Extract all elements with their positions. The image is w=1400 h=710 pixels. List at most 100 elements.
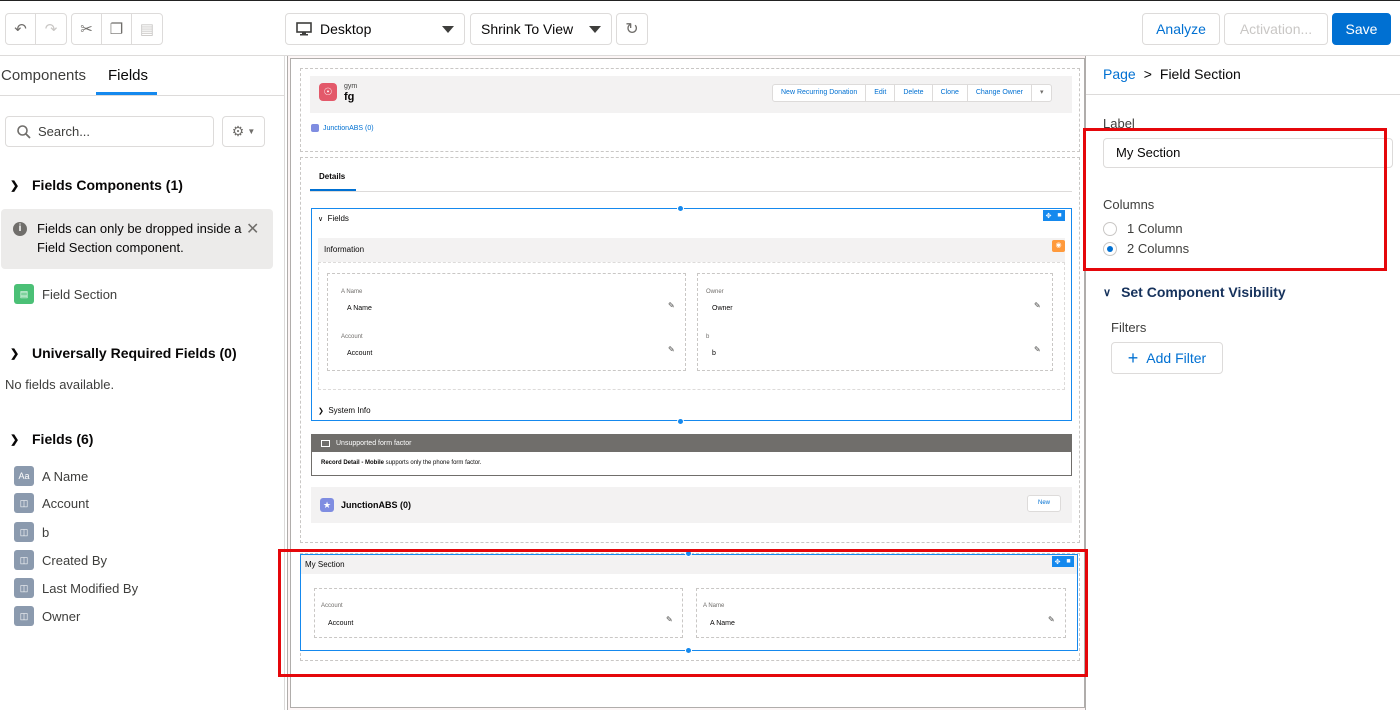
unsupported-header: Unsupported form factor — [312, 435, 1071, 452]
list-item[interactable]: ◫ Created By — [14, 550, 107, 570]
divider — [1086, 94, 1400, 95]
delete-button[interactable]: Delete — [895, 85, 933, 101]
chevron-down-icon[interactable]: ▾ — [1032, 85, 1052, 101]
chevron-down-icon — [442, 26, 454, 33]
universally-required-header[interactable]: ❯ Universally Required Fields (0) — [10, 345, 237, 361]
star-icon: ★ — [320, 498, 334, 512]
field-label: b — [42, 524, 50, 540]
breadcrumb-page[interactable]: Page — [1103, 66, 1136, 82]
info-icon: i — [13, 222, 27, 236]
field-label: Owner — [706, 289, 724, 295]
resize-handle[interactable] — [677, 418, 684, 425]
field-label: A Name — [42, 468, 89, 484]
fields-header[interactable]: ❯ Fields (6) — [10, 431, 93, 447]
cut-icon[interactable]: ✂ — [72, 14, 102, 44]
chevron-down-icon: ∨ — [318, 216, 324, 223]
highlight-box-my-section — [278, 549, 1088, 677]
field-label: Last Modified By — [42, 580, 139, 596]
information-header[interactable]: Information ◉ — [318, 238, 1065, 262]
search-placeholder: Search... — [38, 124, 91, 139]
fields-title: Fields (6) — [32, 431, 94, 447]
move-icon[interactable]: ✥ — [1043, 212, 1054, 220]
system-info-header[interactable]: ❯ System Info — [318, 406, 371, 415]
device-select-value: Desktop — [320, 21, 372, 37]
activation-button[interactable]: Activation... — [1224, 13, 1328, 45]
list-item[interactable]: ◫ Last Modified By — [14, 578, 138, 598]
change-owner-button[interactable]: Change Owner — [968, 85, 1032, 101]
list-item[interactable]: ◫ Account — [14, 493, 89, 513]
new-button[interactable]: New — [1027, 495, 1061, 512]
lookup-field-icon: ◫ — [14, 550, 34, 570]
unsupported-title: Unsupported form factor — [336, 440, 412, 447]
unsupported-form-factor: Unsupported form factor Record Detail - … — [311, 434, 1072, 476]
tab-fields[interactable]: Fields — [108, 67, 148, 84]
unsupported-component-name: Record Detail - Mobile — [321, 460, 385, 466]
chevron-down-icon — [589, 26, 601, 33]
edit-button[interactable]: Edit — [866, 85, 896, 101]
clipboard-group: ✂ ❐ ▤ — [71, 13, 163, 45]
column-right: Owner Owner ✎ b b ✎ — [697, 273, 1053, 371]
fields-section-header[interactable]: ∨ Fields — [318, 214, 349, 223]
analyze-button[interactable]: Analyze — [1142, 13, 1220, 45]
breadcrumb: Page > Field Section — [1103, 66, 1241, 82]
chevron-down-icon: ▼ — [247, 127, 256, 136]
add-filter-button[interactable]: + Add Filter — [1111, 342, 1223, 374]
pencil-icon[interactable]: ✎ — [1034, 301, 1041, 310]
field-label: Account — [42, 495, 89, 511]
record-detail-component[interactable]: Details ∨ Fields ✥ ■ Information ◉ A Name… — [300, 157, 1080, 543]
close-icon[interactable]: ✕ — [246, 219, 259, 239]
junction-icon — [311, 124, 319, 132]
save-button[interactable]: Save — [1332, 13, 1391, 45]
tab-components[interactable]: Components — [1, 67, 86, 84]
highlight-box-properties — [1083, 128, 1387, 271]
highlight-link[interactable]: JunctionABS (0) — [311, 124, 374, 132]
clone-button[interactable]: Clone — [933, 85, 968, 101]
globe-icon: ☉ — [319, 83, 337, 101]
redo-icon[interactable]: ↷ — [36, 14, 66, 44]
copy-icon[interactable]: ❐ — [102, 14, 132, 44]
field-section-component[interactable]: ▤ Field Section — [14, 284, 117, 304]
list-item[interactable]: ◫ Owner — [14, 606, 80, 626]
paste-icon[interactable]: ▤ — [132, 14, 162, 44]
related-list-title: JunctionABS (0) — [341, 500, 412, 510]
view-select[interactable]: Shrink To View — [470, 13, 612, 45]
search-input[interactable]: Search... — [5, 116, 214, 147]
chevron-down-icon: ∨ — [1103, 286, 1112, 299]
view-select-value: Shrink To View — [481, 21, 574, 37]
search-icon — [17, 125, 31, 139]
refresh-button[interactable]: ↻ — [616, 13, 648, 45]
desktop-icon — [321, 440, 330, 447]
unsupported-text: supports only the phone form factor. — [384, 460, 482, 466]
lookup-field-icon: ◫ — [14, 522, 34, 542]
system-info-title: System Info — [328, 406, 371, 415]
fields-components-header[interactable]: ❯ Fields Components (1) — [10, 177, 183, 193]
delete-icon[interactable]: ■ — [1054, 212, 1065, 219]
divider — [310, 191, 1072, 192]
chevron-down-icon: ❯ — [10, 179, 20, 192]
plus-icon: + — [1127, 348, 1139, 368]
resize-handle[interactable] — [677, 205, 684, 212]
record-type: gym — [344, 83, 358, 90]
record-header-component[interactable]: ☉ gym fg New Recurring Donation Edit Del… — [300, 68, 1080, 152]
fields-section-selection[interactable]: ∨ Fields ✥ ■ Information ◉ A Name A Name … — [311, 208, 1072, 421]
related-list[interactable]: ★ JunctionABS (0) New — [311, 487, 1072, 523]
tab-details[interactable]: Details — [319, 172, 345, 181]
pencil-icon[interactable]: ✎ — [668, 345, 675, 354]
device-select[interactable]: Desktop — [285, 13, 465, 45]
undo-icon[interactable]: ↶ — [6, 14, 36, 44]
field-section-icon: ▤ — [14, 284, 34, 304]
text-field-icon: Aa — [14, 466, 34, 486]
field-label: A Name — [341, 289, 363, 295]
list-item[interactable]: ◫ b — [14, 522, 49, 542]
filters-label: Filters — [1111, 320, 1147, 335]
list-item[interactable]: Aa A Name — [14, 466, 88, 486]
component-visibility-header[interactable]: ∨ Set Component Visibility — [1103, 284, 1286, 300]
pencil-icon[interactable]: ✎ — [668, 301, 675, 310]
new-recurring-donation-button[interactable]: New Recurring Donation — [773, 85, 867, 101]
information-body: A Name A Name ✎ Account Account ✎ Owner … — [318, 262, 1065, 390]
info-message: i Fields can only be dropped inside a Fi… — [1, 209, 273, 269]
gear-icon: ⚙ — [231, 123, 245, 139]
pencil-icon[interactable]: ✎ — [1034, 345, 1041, 354]
left-panel: Components Fields Search... ⚙ ▼ ❯ Fields … — [0, 56, 285, 710]
settings-button[interactable]: ⚙ ▼ — [222, 116, 265, 147]
